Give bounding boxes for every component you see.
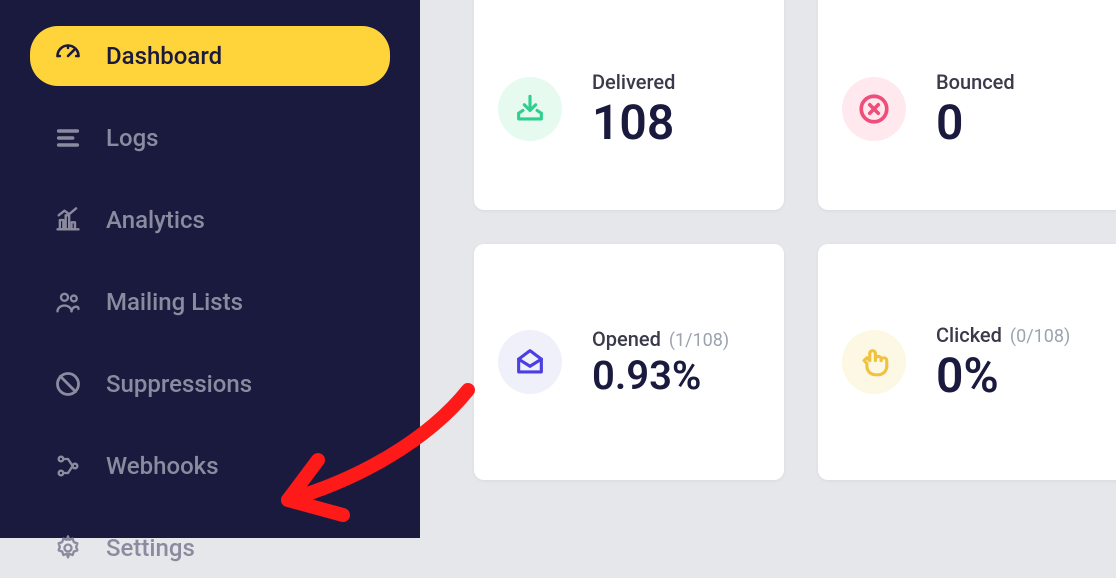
sidebar-item-webhooks[interactable]: Webhooks (30, 436, 390, 496)
sidebar-item-label: Settings (106, 534, 195, 562)
card-bounced: Bounced 0 (818, 0, 1116, 210)
card-value: 0 (936, 98, 1015, 148)
sidebar-item-dashboard[interactable]: Dashboard (30, 26, 390, 86)
gear-icon (54, 534, 82, 562)
sidebar-item-mailing-lists[interactable]: Mailing Lists (30, 272, 390, 332)
card-sub: (0/108) (1010, 326, 1070, 347)
card-delivered: Delivered 108 (474, 0, 784, 210)
main-content: Delivered 108 Bounced 0 Opened (1/108) 0.… (420, 0, 1116, 538)
clicked-icon (842, 330, 906, 394)
users-icon (54, 288, 82, 316)
sidebar-item-analytics[interactable]: Analytics (30, 190, 390, 250)
sidebar-item-label: Suppressions (106, 370, 252, 398)
card-value: 0% (936, 351, 1070, 401)
no-icon (54, 370, 82, 398)
sidebar-item-label: Webhooks (106, 452, 219, 480)
delivered-icon (498, 77, 562, 141)
card-label: Delivered (592, 70, 675, 94)
card-sub: (1/108) (669, 330, 729, 351)
card-value: 0.93% (592, 355, 729, 397)
chart-icon (54, 206, 82, 234)
card-label: Clicked (936, 323, 1002, 347)
sidebar-item-label: Dashboard (106, 42, 222, 70)
card-opened: Opened (1/108) 0.93% (474, 244, 784, 480)
card-clicked: Clicked (0/108) 0% (818, 244, 1116, 480)
sidebar-item-settings[interactable]: Settings (30, 518, 390, 578)
sidebar-item-label: Mailing Lists (106, 288, 243, 316)
card-label: Opened (592, 327, 661, 351)
card-value: 108 (592, 98, 675, 148)
card-label: Bounced (936, 70, 1015, 94)
bounced-icon (842, 77, 906, 141)
sidebar-item-label: Logs (106, 124, 159, 152)
nodes-icon (54, 452, 82, 480)
sidebar-item-suppressions[interactable]: Suppressions (30, 354, 390, 414)
gauge-icon (54, 42, 82, 70)
sidebar-item-logs[interactable]: Logs (30, 108, 390, 168)
sidebar: Dashboard Logs Analytics Mailing Lists S… (0, 0, 420, 538)
lines-icon (54, 124, 82, 152)
sidebar-item-label: Analytics (106, 206, 205, 234)
opened-icon (498, 330, 562, 394)
